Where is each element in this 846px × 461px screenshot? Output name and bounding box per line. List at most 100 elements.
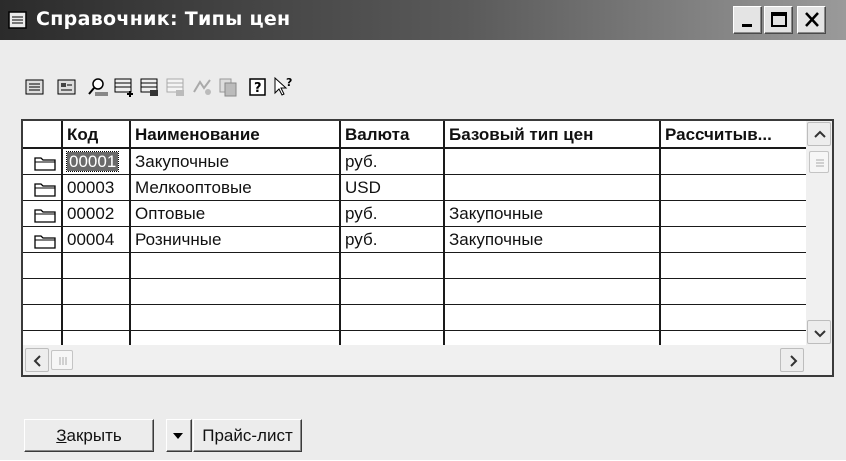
pricelist-dropdown-button[interactable]: [166, 419, 192, 452]
pricelist-button[interactable]: Прайс-лист: [193, 419, 302, 452]
maximize-icon: [771, 12, 787, 27]
delete-row-icon[interactable]: [164, 76, 188, 98]
cell-code[interactable]: [63, 305, 131, 331]
cell-code[interactable]: 00003: [63, 175, 131, 201]
cell-currency[interactable]: USD: [341, 175, 445, 201]
new-group-icon[interactable]: [55, 76, 79, 98]
horizontal-scroll-thumb[interactable]: [51, 350, 73, 370]
cell-base-type[interactable]: [445, 253, 661, 279]
catalog-icon: [8, 11, 27, 29]
column-header-calculated[interactable]: Рассчитыв...: [661, 121, 806, 149]
scroll-up-button[interactable]: [807, 122, 831, 146]
cell-name[interactable]: Мелкооптовые: [131, 175, 341, 201]
scroll-down-button[interactable]: [807, 320, 831, 344]
cell-code-text: 00002: [67, 204, 115, 223]
cell-currency[interactable]: [341, 305, 445, 331]
close-icon: [805, 12, 819, 27]
cell-base-type[interactable]: [445, 149, 661, 175]
folder-icon: [34, 235, 56, 249]
cell-code[interactable]: [63, 253, 131, 279]
close-button[interactable]: Закрыть: [24, 419, 154, 452]
copy-icon[interactable]: [216, 76, 240, 98]
new-item-icon[interactable]: [23, 76, 47, 98]
add-row-icon[interactable]: [112, 76, 136, 98]
column-header-code[interactable]: Код: [63, 121, 131, 149]
table-row[interactable]: 00003 Мелкооптовые USD: [23, 175, 806, 201]
cell-calculated[interactable]: [661, 279, 806, 305]
cell-code[interactable]: [63, 331, 131, 345]
context-help-icon[interactable]: ?: [272, 76, 296, 98]
cell-name[interactable]: [131, 305, 341, 331]
cell-currency[interactable]: [341, 331, 445, 345]
cell-code[interactable]: 00004: [63, 227, 131, 253]
cell-base-type[interactable]: Закупочные: [445, 201, 661, 227]
cell-currency-text: руб.: [345, 152, 378, 171]
cell-name[interactable]: Розничные: [131, 227, 341, 253]
cell-calculated[interactable]: [661, 253, 806, 279]
column-header-name[interactable]: Наименование: [131, 121, 341, 149]
cell-currency[interactable]: руб.: [341, 201, 445, 227]
column-header-base-type[interactable]: Базовый тип цен: [445, 121, 661, 149]
window-title: Справочник: Типы цен: [36, 8, 291, 30]
cell-name-text: Закупочные: [135, 152, 230, 171]
cell-name[interactable]: [131, 279, 341, 305]
grip-icon: [816, 159, 824, 167]
grip-icon: [59, 357, 67, 365]
cell-base-type[interactable]: [445, 279, 661, 305]
cell-code[interactable]: [63, 279, 131, 305]
find-icon[interactable]: [86, 76, 110, 98]
cell-currency[interactable]: [341, 253, 445, 279]
cell-currency[interactable]: руб.: [341, 149, 445, 175]
folder-icon: [34, 209, 56, 223]
scroll-left-button[interactable]: [25, 348, 49, 372]
cell-calculated[interactable]: [661, 149, 806, 175]
copy-row-icon[interactable]: [138, 76, 162, 98]
row-header: [23, 253, 63, 279]
table-row[interactable]: 00004 Розничные руб. Закупочные: [23, 227, 806, 253]
cell-base-type-text: Закупочные: [449, 204, 544, 223]
table-row[interactable]: [23, 253, 806, 279]
move-icon[interactable]: [190, 76, 214, 98]
close-window-button[interactable]: [797, 6, 826, 34]
minimize-button[interactable]: [733, 6, 762, 34]
table-row[interactable]: [23, 279, 806, 305]
horizontal-scrollbar[interactable]: [23, 345, 832, 375]
cell-code-text: 00004: [67, 230, 115, 249]
cell-base-type[interactable]: Закупочные: [445, 227, 661, 253]
table-body: Код Наименование Валюта Базовый тип цен …: [23, 121, 806, 345]
row-header: [23, 175, 63, 201]
cell-base-type[interactable]: [445, 331, 661, 345]
cell-calculated[interactable]: [661, 331, 806, 345]
cell-base-type[interactable]: [445, 175, 661, 201]
column-header-currency[interactable]: Валюта: [341, 121, 445, 149]
vertical-scroll-thumb[interactable]: [809, 151, 829, 173]
maximize-button[interactable]: [764, 6, 793, 34]
folder-icon: [34, 183, 56, 197]
row-header: [23, 201, 63, 227]
cell-code[interactable]: 00001: [63, 149, 131, 175]
reference-window: Справочник: Типы цен ? ? Код Наименовани…: [0, 0, 846, 460]
cell-currency-text: руб.: [345, 204, 378, 223]
cell-base-type[interactable]: [445, 305, 661, 331]
cell-currency[interactable]: [341, 279, 445, 305]
scroll-right-button[interactable]: [780, 348, 804, 372]
cell-calculated[interactable]: [661, 175, 806, 201]
help-icon[interactable]: ?: [246, 76, 270, 98]
cell-name[interactable]: [131, 331, 341, 345]
table-row[interactable]: 00002 Оптовые руб. Закупочные: [23, 201, 806, 227]
cell-calculated[interactable]: [661, 201, 806, 227]
close-label: акрыть: [66, 426, 122, 445]
table-row[interactable]: [23, 331, 806, 345]
chevron-left-icon: [33, 355, 41, 367]
vertical-scrollbar[interactable]: [806, 121, 832, 345]
cell-name[interactable]: Закупочные: [131, 149, 341, 175]
cell-name[interactable]: Оптовые: [131, 201, 341, 227]
table-row[interactable]: 00001 Закупочные руб.: [23, 149, 806, 175]
cell-calculated[interactable]: [661, 305, 806, 331]
cell-currency[interactable]: руб.: [341, 227, 445, 253]
cell-calculated[interactable]: [661, 227, 806, 253]
cell-name[interactable]: [131, 253, 341, 279]
minimize-icon: [742, 24, 752, 27]
cell-code[interactable]: 00002: [63, 201, 131, 227]
table-row[interactable]: [23, 305, 806, 331]
